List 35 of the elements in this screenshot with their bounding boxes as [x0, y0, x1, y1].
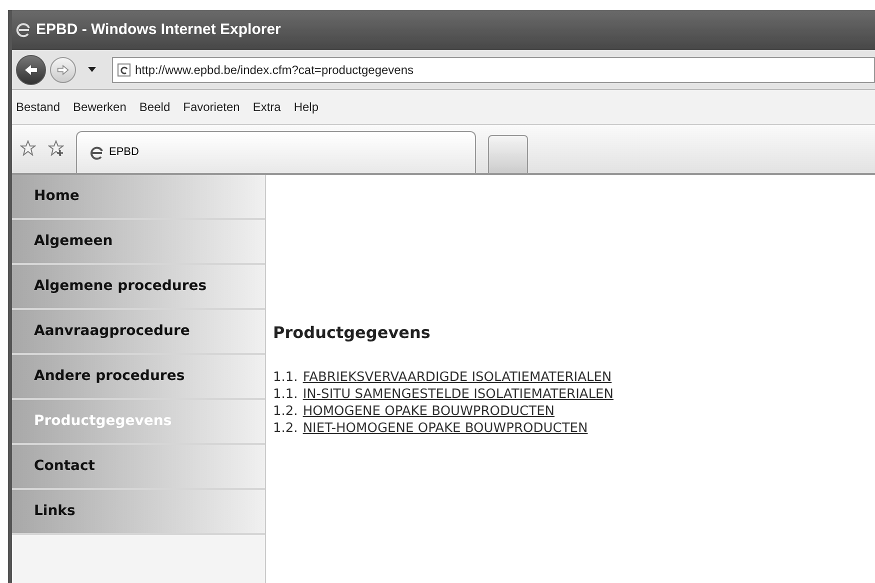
- product-link[interactable]: FABRIEKSVERVAARDIGDE ISOLATIEMATERIALEN: [302, 369, 612, 386]
- back-button[interactable]: [16, 54, 46, 84]
- forward-arrow-icon: [56, 64, 70, 76]
- nav-item[interactable]: Home: [12, 175, 265, 220]
- nav-item[interactable]: Algemene procedures: [12, 265, 265, 310]
- menu-item[interactable]: Favorieten: [183, 98, 240, 116]
- add-favorite-star-icon[interactable]: [48, 140, 64, 156]
- back-arrow-icon: [23, 62, 39, 76]
- list-number: 1.2.: [273, 403, 298, 420]
- list-number: 1.1.: [273, 386, 298, 403]
- menu-item[interactable]: Bestand: [16, 98, 60, 116]
- forward-button[interactable]: [50, 56, 76, 82]
- list-number: 1.2.: [273, 420, 298, 437]
- product-link[interactable]: HOMOGENE OPAKE BOUWPRODUCTEN: [302, 403, 555, 420]
- nav-item[interactable]: Algemeen: [12, 220, 265, 265]
- favorites-star-icon[interactable]: [20, 140, 36, 156]
- page-heading: Productgegevens: [273, 322, 432, 344]
- new-tab-button[interactable]: [488, 135, 528, 173]
- nav-item[interactable]: Andere procedures: [12, 355, 265, 400]
- list-number: 1.1.: [273, 369, 298, 386]
- window-title: EPBD - Windows Internet Explorer: [36, 20, 281, 40]
- product-link[interactable]: NIET-HOMOGENE OPAKE BOUWPRODUCTEN: [302, 420, 588, 437]
- nav-item[interactable]: Aanvraagprocedure: [12, 310, 265, 355]
- menu-item[interactable]: Extra: [252, 98, 281, 116]
- browser-logo-icon: [89, 146, 105, 160]
- address-field[interactable]: http://www.epbd.be/index.cfm?cat=productgegevens: [112, 56, 875, 82]
- browser-logo-icon: [16, 22, 32, 38]
- browser-tab[interactable]: EPBD: [76, 131, 476, 173]
- dropdown-arrow-icon[interactable]: [88, 67, 96, 72]
- nav-item[interactable]: Contact: [12, 445, 265, 490]
- menu-item[interactable]: Beeld: [139, 98, 170, 116]
- menu-item[interactable]: Help: [294, 98, 319, 116]
- product-link[interactable]: IN-SITU SAMENGESTELDE ISOLATIEMATERIALEN: [302, 386, 614, 403]
- menu-item[interactable]: Bewerken: [73, 98, 126, 116]
- nav-item[interactable]: Links: [12, 490, 265, 535]
